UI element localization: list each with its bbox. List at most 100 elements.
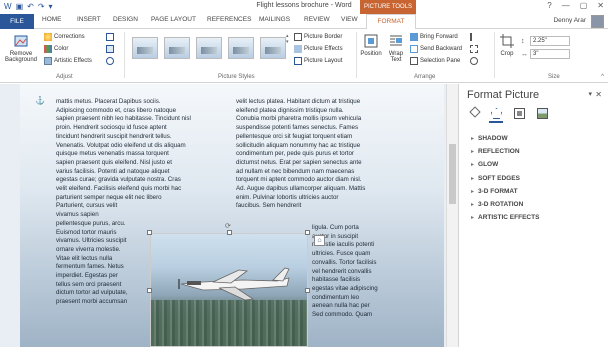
resize-handle[interactable] xyxy=(147,230,152,235)
section-artistic-effects[interactable]: ▸ ARTISTIC EFFECTS xyxy=(471,211,539,224)
bring-forward-button[interactable]: Bring Forward xyxy=(410,33,458,41)
color-label: Color xyxy=(54,46,69,52)
picture-icon[interactable] xyxy=(537,108,548,119)
size-group-label: Size xyxy=(548,74,560,80)
ribbon: Remove Background Corrections Color Arti… xyxy=(0,29,608,83)
section-3d-format[interactable]: ▸ 3-D FORMAT xyxy=(471,185,539,198)
picture-tools-context-label: PICTURE TOOLS xyxy=(360,0,416,14)
crop-button[interactable]: Crop xyxy=(498,33,516,57)
picture-border-button[interactable]: Picture Border xyxy=(294,33,342,41)
tab-mailings[interactable]: MAILINGS xyxy=(259,16,290,23)
color-icon xyxy=(44,45,52,53)
selection-pane-label: Selection Pane xyxy=(420,58,461,64)
wrap-text-label: Wrap Text xyxy=(388,51,404,63)
body-text-column-2: velit lectus platea. Habitant dictum at … xyxy=(236,98,366,210)
scrollbar-thumb[interactable] xyxy=(449,144,456,204)
tab-review[interactable]: REVIEW xyxy=(304,16,330,23)
picture-layout-label: Picture Layout xyxy=(304,58,343,64)
resize-handle[interactable] xyxy=(227,230,232,235)
align-button[interactable] xyxy=(470,33,478,41)
picture-layout-button[interactable]: Picture Layout xyxy=(294,57,342,65)
rotate-button[interactable] xyxy=(470,57,478,65)
corrections-label: Corrections xyxy=(54,34,85,40)
tab-references[interactable]: REFERENCES xyxy=(207,16,251,23)
resize-handle[interactable] xyxy=(305,230,310,235)
position-label: Position xyxy=(360,51,382,57)
layout-options-icon[interactable]: ⌂ xyxy=(314,235,325,246)
help-button[interactable]: ? xyxy=(547,1,551,10)
compress-pictures-icon xyxy=(106,33,114,41)
city-ground xyxy=(151,300,307,346)
picture-style-5[interactable] xyxy=(260,37,286,59)
color-button[interactable]: Color xyxy=(44,45,68,53)
picture-style-3[interactable] xyxy=(196,37,222,59)
styles-gallery-scroll[interactable]: ▴ ▾ xyxy=(286,33,289,45)
layout-properties-icon[interactable] xyxy=(514,108,525,119)
picture-style-2[interactable] xyxy=(164,37,190,59)
resize-handle[interactable] xyxy=(305,288,310,293)
tab-file[interactable]: FILE xyxy=(0,14,34,29)
tab-insert[interactable]: INSERT xyxy=(77,16,101,23)
close-icon[interactable]: ✕ xyxy=(595,90,602,99)
position-icon xyxy=(364,34,378,48)
pane-tabs xyxy=(469,106,548,119)
compress-pictures-button[interactable] xyxy=(106,33,114,41)
picture-border-icon xyxy=(294,33,302,41)
group-divider xyxy=(494,32,495,78)
fill-line-icon[interactable] xyxy=(469,106,481,118)
user-name[interactable]: Denny Arar xyxy=(553,17,586,24)
group-button[interactable] xyxy=(470,45,478,53)
section-label: ARTISTIC EFFECTS xyxy=(478,214,540,222)
tab-design[interactable]: DESIGN xyxy=(113,16,138,23)
section-glow[interactable]: ▸ GLOW xyxy=(471,158,539,171)
effects-icon[interactable] xyxy=(491,108,502,119)
resize-handle[interactable] xyxy=(147,288,152,293)
change-picture-button[interactable] xyxy=(106,45,114,53)
expand-icon: ▸ xyxy=(471,188,475,195)
airplane-picture[interactable] xyxy=(150,233,308,347)
pane-title: Format Picture xyxy=(467,89,540,101)
remove-background-button[interactable]: Remove Background xyxy=(4,33,38,63)
remove-background-label: Remove Background xyxy=(4,51,38,63)
avatar[interactable] xyxy=(591,15,604,28)
width-field[interactable]: 3" xyxy=(530,49,570,59)
document-page[interactable]: ⚓ mattis metus. Placerat Dapibus sociis.… xyxy=(20,84,444,347)
position-button[interactable]: Position xyxy=(360,33,382,57)
maximize-button[interactable]: ▢ xyxy=(580,1,588,10)
tab-format[interactable]: FORMAT xyxy=(366,14,416,29)
send-backward-button[interactable]: Send Backward xyxy=(410,45,462,53)
rotate-icon xyxy=(470,57,478,65)
send-backward-label: Send Backward xyxy=(420,46,463,52)
minimize-button[interactable]: — xyxy=(562,1,570,10)
tab-view[interactable]: VIEW xyxy=(341,16,358,23)
section-shadow[interactable]: ▸ SHADOW xyxy=(471,132,539,145)
collapse-ribbon-icon[interactable]: ^ xyxy=(601,74,604,80)
wrap-text-button[interactable]: Wrap Text xyxy=(385,33,407,63)
height-field[interactable]: 2.25" xyxy=(530,36,570,46)
bring-forward-icon xyxy=(410,33,418,41)
corrections-button[interactable]: Corrections xyxy=(44,33,85,41)
section-soft-edges[interactable]: ▸ SOFT EDGES xyxy=(471,172,539,185)
vertical-scrollbar[interactable] xyxy=(446,84,458,347)
picture-style-1[interactable] xyxy=(132,37,158,59)
close-button[interactable]: ✕ xyxy=(597,1,604,10)
picture-effects-button[interactable]: Picture Effects xyxy=(294,45,343,53)
artistic-effects-icon xyxy=(44,57,52,65)
pane-options-icon[interactable]: ▾ xyxy=(588,90,592,98)
anchor-icon: ⚓ xyxy=(35,96,45,105)
section-label: REFLECTION xyxy=(478,148,520,156)
tab-page-layout[interactable]: PAGE LAYOUT xyxy=(151,16,196,23)
corrections-icon xyxy=(44,33,52,41)
align-icon xyxy=(470,33,478,41)
artistic-effects-button[interactable]: Artistic Effects xyxy=(44,57,92,65)
reset-picture-button[interactable] xyxy=(106,57,114,65)
picture-styles-group-label: Picture Styles xyxy=(218,74,255,80)
expand-icon: ▸ xyxy=(471,162,475,169)
picture-effects-label: Picture Effects xyxy=(304,46,343,52)
rotate-handle[interactable]: ⟳ xyxy=(225,222,231,230)
tab-home[interactable]: HOME xyxy=(42,16,62,23)
picture-style-4[interactable] xyxy=(228,37,254,59)
selection-pane-button[interactable]: Selection Pane xyxy=(410,57,460,65)
section-3d-rotation[interactable]: ▸ 3-D ROTATION xyxy=(471,198,539,211)
section-reflection[interactable]: ▸ REFLECTION xyxy=(471,145,539,158)
